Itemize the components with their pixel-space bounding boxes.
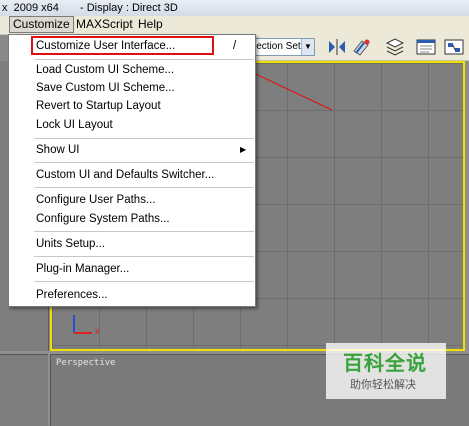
menu-separator [34, 231, 254, 232]
menu-item-save-scheme[interactable]: Save Custom UI Scheme... [9, 79, 255, 97]
menu-separator [34, 256, 254, 257]
menu-item-show-ui[interactable]: Show UI ▶ [9, 141, 255, 159]
menu-item-units-setup[interactable]: Units Setup... [9, 235, 255, 253]
menu-item-shortcut: / [233, 40, 237, 52]
menu-item-user-paths[interactable]: Configure User Paths... [9, 191, 255, 209]
watermark-title: 百科全说 [343, 353, 427, 375]
menu-item-lock-layout[interactable]: Lock UI Layout [9, 116, 255, 134]
menu-separator [34, 59, 254, 60]
menu-item-plugin-manager[interactable]: Plug-in Manager... [9, 260, 255, 278]
menu-item-preferences[interactable]: Preferences... [9, 286, 255, 304]
menu-item-ui-switcher[interactable]: Custom UI and Defaults Switcher... [9, 166, 255, 184]
watermark-subtitle: 助你轻松解决 [350, 379, 416, 391]
menu-separator [34, 187, 254, 188]
customize-dropdown-menu: Customize User Interface... / Load Custo… [8, 34, 256, 307]
menu-item-system-paths[interactable]: Configure System Paths... [9, 210, 255, 228]
red-highlight-box [31, 36, 214, 55]
menu-separator [34, 281, 254, 282]
submenu-arrow-icon: ▶ [240, 145, 247, 154]
watermark: 百科全说 助你轻松解决 [326, 343, 446, 399]
menu-separator [34, 162, 254, 163]
menu-separator [34, 138, 254, 139]
menu-item-load-scheme[interactable]: Load Custom UI Scheme... [9, 61, 255, 79]
menu-item-revert-layout[interactable]: Revert to Startup Layout [9, 97, 255, 115]
